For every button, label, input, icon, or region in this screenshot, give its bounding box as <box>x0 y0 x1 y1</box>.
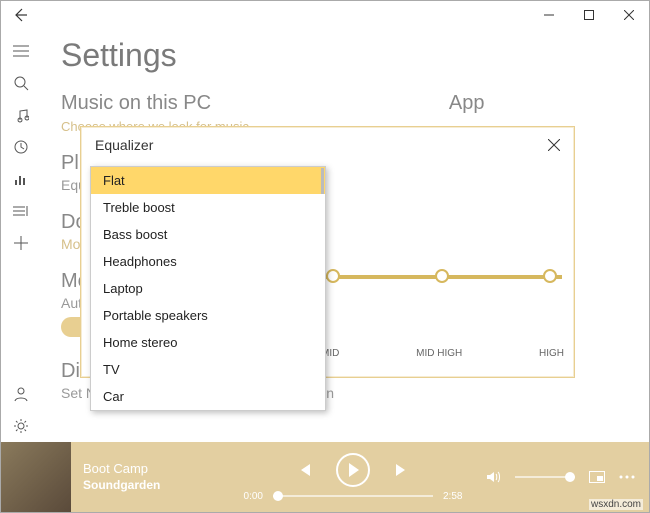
section-music-heading: Music on this PC <box>61 92 249 115</box>
preset-dropdown[interactable]: Flat Treble boost Bass boost Headphones … <box>90 166 326 411</box>
music-icon[interactable] <box>1 99 41 131</box>
account-icon[interactable] <box>1 378 41 410</box>
app-window: Settings Music on this PC Choose where w… <box>0 0 650 513</box>
next-button[interactable] <box>394 462 410 478</box>
miniplayer-icon[interactable] <box>589 471 605 483</box>
hamburger-icon[interactable] <box>1 35 41 67</box>
playlist-icon[interactable] <box>1 195 41 227</box>
dd-item-car[interactable]: Car <box>91 383 325 410</box>
dd-item-treble-boost[interactable]: Treble boost <box>91 194 325 221</box>
eq-slider-track <box>326 275 562 279</box>
minimize-button[interactable] <box>529 1 569 29</box>
dd-item-home-stereo[interactable]: Home stereo <box>91 329 325 356</box>
now-playing-icon[interactable] <box>1 163 41 195</box>
titlebar <box>1 1 649 29</box>
track-title: Boot Camp <box>83 461 221 478</box>
dd-item-headphones[interactable]: Headphones <box>91 248 325 275</box>
more-icon[interactable] <box>619 475 635 479</box>
watermark: wsxdn.com <box>589 499 643 510</box>
add-icon[interactable] <box>1 227 41 259</box>
play-button[interactable] <box>336 453 370 487</box>
dropdown-scrollbar[interactable] <box>321 168 324 194</box>
dd-item-flat[interactable]: Flat <box>91 167 325 194</box>
eq-knob-high[interactable] <box>543 269 557 283</box>
volume-track[interactable] <box>515 476 575 478</box>
dd-item-laptop[interactable]: Laptop <box>91 275 325 302</box>
dialog-title: Equalizer <box>95 137 153 153</box>
eq-knob-midhigh[interactable] <box>435 269 449 283</box>
recent-icon[interactable] <box>1 131 41 163</box>
sidebar <box>1 29 41 442</box>
eq-knob-mid[interactable] <box>326 269 340 283</box>
close-button[interactable] <box>609 1 649 29</box>
maximize-button[interactable] <box>569 1 609 29</box>
dialog-close-button[interactable] <box>548 139 560 151</box>
album-art[interactable] <box>1 442 71 512</box>
volume-icon[interactable] <box>485 469 501 485</box>
progress-track[interactable] <box>273 495 433 497</box>
dd-item-tv[interactable]: TV <box>91 356 325 383</box>
settings-icon[interactable] <box>1 410 41 442</box>
track-info: Boot Camp Soundgarden <box>71 461 221 493</box>
dd-item-portable-speakers[interactable]: Portable speakers <box>91 302 325 329</box>
progress-knob[interactable] <box>273 491 283 501</box>
prev-button[interactable] <box>296 462 312 478</box>
track-artist: Soundgarden <box>83 478 221 494</box>
eq-band-labels: MID MID HIGH HIGH <box>321 348 564 359</box>
player-bar: Boot Camp Soundgarden 0:00 2:58 <box>1 442 649 512</box>
volume-knob[interactable] <box>565 472 575 482</box>
page-title: Settings <box>61 37 625 74</box>
time-total: 2:58 <box>443 491 462 502</box>
section-app-heading: App <box>449 92 485 115</box>
back-button[interactable] <box>1 1 41 29</box>
search-icon[interactable] <box>1 67 41 99</box>
dd-item-bass-boost[interactable]: Bass boost <box>91 221 325 248</box>
time-elapsed: 0:00 <box>244 491 263 502</box>
